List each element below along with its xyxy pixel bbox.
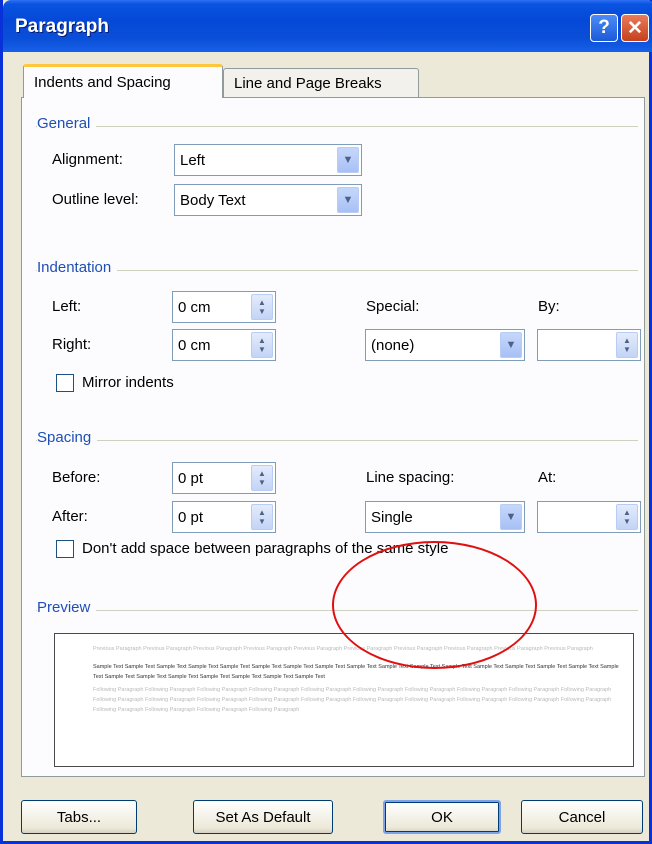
- cancel-button-label: Cancel: [558, 808, 606, 826]
- spin-arrows-icon[interactable]: ▲ ▼: [251, 332, 273, 358]
- line-spacing-value: Single: [371, 508, 413, 526]
- at-stepper[interactable]: ▲ ▼: [537, 501, 641, 533]
- indent-left-value: 0 cm: [178, 298, 211, 316]
- close-icon: ✕: [627, 17, 643, 39]
- chevron-down-icon[interactable]: ▼: [337, 187, 359, 213]
- indent-right-label: Right:: [52, 336, 92, 353]
- general-heading: General: [37, 115, 97, 132]
- preview-sample-text: Sample Text Sample Text Sample Text Samp…: [93, 664, 619, 680]
- alignment-select[interactable]: Left ▼: [174, 144, 362, 176]
- spin-arrows-icon[interactable]: ▲ ▼: [251, 294, 273, 320]
- by-stepper[interactable]: ▲ ▼: [537, 329, 641, 361]
- close-button[interactable]: ✕: [621, 14, 649, 42]
- by-label: By:: [538, 298, 560, 315]
- mirror-indents-checkbox[interactable]: [56, 374, 74, 392]
- spacing-before-label: Before:: [52, 469, 101, 486]
- spacing-after-label: After:: [52, 508, 88, 525]
- alignment-label: Alignment:: [52, 151, 123, 168]
- indent-left-label: Left:: [52, 298, 82, 315]
- chevron-down-icon[interactable]: ▼: [500, 504, 522, 530]
- tab-strip: Indents and Spacing Line and Page Breaks: [3, 52, 652, 98]
- special-label: Special:: [366, 298, 420, 315]
- cancel-button[interactable]: Cancel: [521, 800, 643, 834]
- at-label: At:: [538, 469, 557, 486]
- chevron-down-icon[interactable]: ▼: [500, 332, 522, 358]
- special-value: (none): [371, 336, 415, 354]
- preview-previous-paragraph: Previous Paragraph Previous Paragraph Pr…: [93, 646, 593, 652]
- preview-heading: Preview: [37, 599, 97, 616]
- title-bar[interactable]: Paragraph ? ✕: [3, 0, 652, 52]
- dialog-title: Paragraph: [15, 16, 109, 37]
- group-divider: [36, 126, 638, 127]
- group-divider: [36, 270, 638, 271]
- outline-level-value: Body Text: [180, 191, 246, 209]
- spacing-before-value: 0 pt: [178, 469, 204, 487]
- spin-arrows-icon[interactable]: ▲ ▼: [251, 465, 273, 491]
- chevron-down-icon[interactable]: ▼: [337, 147, 359, 173]
- paragraph-dialog: Paragraph ? ✕ Indents and Spacing Line a…: [0, 0, 652, 844]
- spin-arrows-icon[interactable]: ▲ ▼: [616, 504, 638, 530]
- set-as-default-label: Set As Default: [215, 808, 311, 826]
- group-divider: [36, 610, 638, 611]
- tab-indents-and-spacing[interactable]: Indents and Spacing: [23, 64, 223, 98]
- line-spacing-label: Line spacing:: [366, 469, 455, 486]
- outline-level-label: Outline level:: [52, 191, 139, 208]
- preview-pane: Previous Paragraph Previous Paragraph Pr…: [54, 633, 634, 767]
- spin-arrows-icon[interactable]: ▲ ▼: [616, 332, 638, 358]
- spacing-heading: Spacing: [37, 429, 98, 446]
- indent-right-value: 0 cm: [178, 336, 211, 354]
- outline-level-select[interactable]: Body Text ▼: [174, 184, 362, 216]
- dont-add-space-label[interactable]: Don't add space between paragraphs of th…: [82, 540, 448, 557]
- ok-button[interactable]: OK: [383, 800, 501, 834]
- help-button[interactable]: ?: [590, 14, 618, 42]
- spacing-before-stepper[interactable]: 0 pt ▲ ▼: [172, 462, 276, 494]
- tab-label: Indents and Spacing: [34, 74, 171, 91]
- tab-label: Line and Page Breaks: [234, 75, 382, 92]
- ok-button-label: OK: [431, 808, 453, 826]
- help-icon: ?: [598, 17, 610, 38]
- spin-arrows-icon[interactable]: ▲ ▼: [251, 504, 273, 530]
- spacing-after-value: 0 pt: [178, 508, 204, 526]
- indent-right-stepper[interactable]: 0 cm ▲ ▼: [172, 329, 276, 361]
- preview-following-paragraph: Following Paragraph Following Paragraph …: [93, 687, 612, 713]
- set-as-default-button[interactable]: Set As Default: [193, 800, 333, 834]
- mirror-indents-label[interactable]: Mirror indents: [82, 374, 174, 391]
- tab-line-and-page-breaks[interactable]: Line and Page Breaks: [223, 68, 419, 98]
- indent-left-stepper[interactable]: 0 cm ▲ ▼: [172, 291, 276, 323]
- special-select[interactable]: (none) ▼: [365, 329, 525, 361]
- tabs-button[interactable]: Tabs...: [21, 800, 137, 834]
- line-spacing-select[interactable]: Single ▼: [365, 501, 525, 533]
- tabs-button-label: Tabs...: [56, 808, 102, 826]
- tab-panel: General Alignment: Left ▼ Outline level:…: [21, 97, 645, 777]
- spacing-after-stepper[interactable]: 0 pt ▲ ▼: [172, 501, 276, 533]
- group-divider: [36, 440, 638, 441]
- dont-add-space-checkbox[interactable]: [56, 540, 74, 558]
- alignment-value: Left: [180, 151, 206, 169]
- indentation-heading: Indentation: [37, 259, 118, 276]
